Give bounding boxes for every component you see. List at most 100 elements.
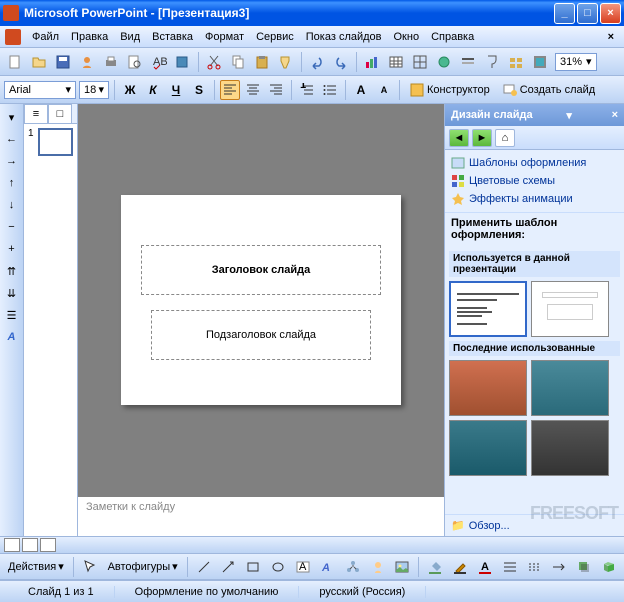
permission-icon[interactable] [76, 51, 98, 73]
fontcolor-icon[interactable]: A [474, 556, 496, 578]
dashstyle-icon[interactable] [524, 556, 546, 578]
font-combo[interactable]: Arial▾ [4, 81, 76, 99]
diagram-icon[interactable] [342, 556, 364, 578]
align-center-button[interactable] [243, 80, 263, 100]
save-icon[interactable] [52, 51, 74, 73]
line-icon[interactable] [193, 556, 215, 578]
picture-icon[interactable] [391, 556, 413, 578]
design-button[interactable]: Конструктор [405, 80, 495, 100]
textbox-icon[interactable]: A [292, 556, 314, 578]
align-left-button[interactable] [220, 80, 240, 100]
grid-icon[interactable] [505, 51, 527, 73]
menu-format[interactable]: Формат [199, 31, 250, 43]
wordart-icon[interactable]: A [317, 556, 339, 578]
arrow-icon[interactable] [218, 556, 240, 578]
nav-forward-icon[interactable]: ► [472, 129, 492, 147]
shadow-button[interactable]: S [189, 80, 209, 100]
demote-icon[interactable]: → [3, 152, 21, 170]
subtitle-placeholder[interactable]: Подзаголовок слайда [151, 310, 371, 360]
show-formatting-icon[interactable] [481, 51, 503, 73]
menu-edit[interactable]: Правка [65, 31, 114, 43]
italic-button[interactable]: К [143, 80, 163, 100]
template-recent-4[interactable] [531, 420, 609, 476]
nav-back-icon[interactable]: ◄ [449, 129, 469, 147]
linecolor-icon[interactable] [449, 556, 471, 578]
decrease-font-button[interactable]: A [374, 80, 394, 100]
zoom-combo[interactable]: 31%▾ [555, 53, 597, 71]
color-icon[interactable] [529, 51, 551, 73]
template-default[interactable] [531, 281, 609, 337]
moveup-icon[interactable]: ↑ [3, 174, 21, 192]
menu-view[interactable]: Вид [114, 31, 146, 43]
hyperlink-icon[interactable] [433, 51, 455, 73]
close-button[interactable]: × [600, 3, 621, 24]
newslide-button[interactable]: Создать слайд [498, 80, 600, 100]
arrowstyle-icon[interactable] [549, 556, 571, 578]
title-placeholder[interactable]: Заголовок слайда [141, 245, 381, 295]
preview-icon[interactable] [124, 51, 146, 73]
tables-borders-icon[interactable] [409, 51, 431, 73]
sorter-view-button[interactable] [22, 538, 38, 552]
menu-file[interactable]: Файл [26, 31, 65, 43]
chart-icon[interactable] [361, 51, 383, 73]
fontsize-combo[interactable]: 18▾ [79, 81, 109, 99]
doc-close-button[interactable]: × [603, 31, 619, 43]
shadow-icon[interactable] [573, 556, 595, 578]
link-colorschemes[interactable]: Цветовые схемы [451, 172, 618, 190]
copy-icon[interactable] [227, 51, 249, 73]
align-right-button[interactable] [266, 80, 286, 100]
showformat-icon[interactable]: A [3, 328, 21, 346]
link-animation[interactable]: Эффекты анимации [451, 190, 618, 208]
cut-icon[interactable] [203, 51, 225, 73]
expandall-icon[interactable]: ⇊ [3, 284, 21, 302]
bullets-button[interactable] [320, 80, 340, 100]
slide[interactable]: Заголовок слайда Подзаголовок слайда [121, 195, 401, 405]
numbering-button[interactable]: 1 [297, 80, 317, 100]
underline-button[interactable]: Ч [166, 80, 186, 100]
notes-pane[interactable]: Заметки к слайду [78, 496, 444, 536]
slides-tab[interactable]: □ [48, 104, 72, 124]
select-icon[interactable] [79, 556, 101, 578]
research-icon[interactable] [172, 51, 194, 73]
menu-insert[interactable]: Вставка [146, 31, 199, 43]
summary-icon[interactable]: ☰ [3, 306, 21, 324]
normal-view-button[interactable] [4, 538, 20, 552]
paste-icon[interactable] [251, 51, 273, 73]
menu-slideshow[interactable]: Показ слайдов [300, 31, 388, 43]
link-templates[interactable]: Шаблоны оформления [451, 154, 618, 172]
template-current[interactable] [449, 281, 527, 337]
fillcolor-icon[interactable] [424, 556, 446, 578]
open-icon[interactable] [28, 51, 50, 73]
nav-home-icon[interactable]: ⌂ [495, 129, 515, 147]
undo-icon[interactable] [306, 51, 328, 73]
taskpane-dropdown-icon[interactable]: ▾ [566, 109, 572, 122]
promote-icon[interactable]: ← [3, 130, 21, 148]
format-painter-icon[interactable] [275, 51, 297, 73]
linestyle-icon[interactable] [499, 556, 521, 578]
clipart-icon[interactable] [367, 556, 389, 578]
bold-button[interactable]: Ж [120, 80, 140, 100]
expand-icon[interactable]: + [3, 240, 21, 258]
3d-icon[interactable] [598, 556, 620, 578]
menu-window[interactable]: Окно [388, 31, 426, 43]
oval-icon[interactable] [267, 556, 289, 578]
table-icon[interactable] [385, 51, 407, 73]
menu-help[interactable]: Справка [425, 31, 480, 43]
menu-tools[interactable]: Сервис [250, 31, 300, 43]
outline-tab[interactable]: ≡ [24, 104, 48, 124]
outline-collapse-icon[interactable]: ▾ [3, 108, 21, 126]
print-icon[interactable] [100, 51, 122, 73]
movedown-icon[interactable]: ↓ [3, 196, 21, 214]
slide-thumbnail[interactable] [38, 128, 73, 156]
template-recent-2[interactable] [531, 360, 609, 416]
rectangle-icon[interactable] [242, 556, 264, 578]
maximize-button[interactable]: □ [577, 3, 598, 24]
spellcheck-icon[interactable]: AB [148, 51, 170, 73]
minimize-button[interactable]: _ [554, 3, 575, 24]
taskpane-close-icon[interactable]: × [612, 109, 618, 121]
expand-icon[interactable] [457, 51, 479, 73]
actions-menu[interactable]: Действия ▾ [4, 557, 68, 577]
template-recent-1[interactable] [449, 360, 527, 416]
increase-font-button[interactable]: A [351, 80, 371, 100]
slideshow-view-button[interactable] [40, 538, 56, 552]
